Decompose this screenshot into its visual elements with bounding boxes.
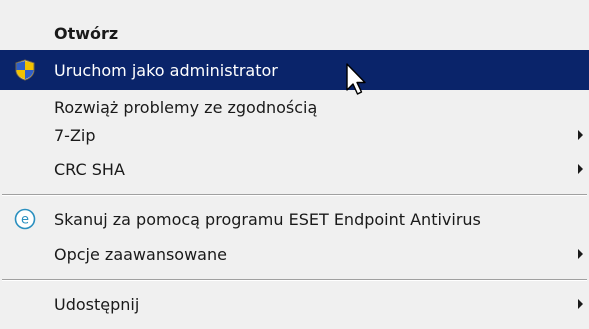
menu-item-run-as-admin[interactable]: Uruchom jako administrator: [0, 50, 589, 90]
menu-item-label: Uruchom jako administrator: [54, 60, 278, 80]
menu-separator: [2, 279, 587, 281]
eset-icon: e: [14, 208, 36, 230]
menu-item-label: 7-Zip: [54, 125, 96, 145]
menu-item-share[interactable]: Udostępnij: [0, 287, 589, 321]
menu-item-crc-sha[interactable]: CRC SHA: [0, 152, 589, 186]
submenu-arrow-icon: [578, 164, 583, 174]
menu-item-label: Skanuj za pomocą programu ESET Endpoint …: [54, 209, 481, 229]
menu-item-7zip[interactable]: 7-Zip: [0, 118, 589, 152]
uac-shield-icon: [15, 59, 35, 81]
menu-item-label: Otwórz: [54, 23, 119, 43]
menu-item-label: CRC SHA: [54, 159, 125, 179]
context-menu: Otwórz Uruchom jako administrator Rozwią…: [0, 0, 589, 329]
menu-item-otworz[interactable]: Otwórz: [0, 19, 589, 47]
menu-item-label: Opcje zaawansowane: [54, 244, 227, 264]
mouse-pointer-icon: [346, 63, 366, 95]
menu-separator: [2, 194, 587, 196]
menu-item-advanced-options[interactable]: Opcje zaawansowane: [0, 237, 589, 271]
menu-item-eset-scan[interactable]: e Skanuj za pomocą programu ESET Endpoin…: [0, 202, 589, 236]
submenu-arrow-icon: [578, 299, 583, 309]
menu-item-label: Udostępnij: [54, 294, 140, 314]
menu-item-label: Rozwiąż problemy ze zgodnością: [54, 97, 318, 117]
svg-text:e: e: [21, 213, 29, 228]
submenu-arrow-icon: [578, 130, 583, 140]
submenu-arrow-icon: [578, 249, 583, 259]
